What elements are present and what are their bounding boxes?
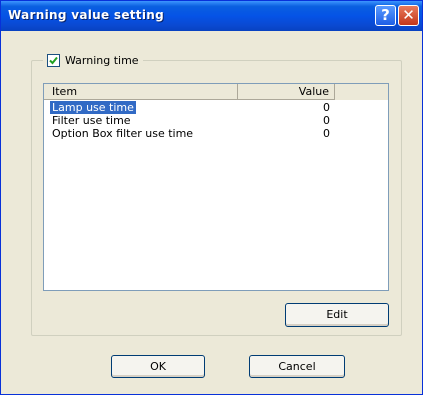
ok-button[interactable]: OK bbox=[111, 355, 205, 378]
list-row-lamp-use-time[interactable]: Lamp use time 0 bbox=[44, 101, 388, 114]
row-value: 0 bbox=[323, 101, 330, 114]
close-icon: ✕ bbox=[402, 6, 415, 24]
column-header-value[interactable]: Value bbox=[238, 84, 335, 100]
row-value: 0 bbox=[323, 127, 330, 140]
cancel-button[interactable]: Cancel bbox=[249, 355, 345, 378]
warning-time-group-header: Warning time bbox=[43, 52, 143, 68]
warning-time-checkbox[interactable] bbox=[47, 53, 60, 67]
row-value: 0 bbox=[323, 114, 330, 127]
warning-value-setting-dialog: Warning value setting ? ✕ Warning time I… bbox=[0, 0, 423, 395]
column-header-item[interactable]: Item bbox=[44, 84, 238, 100]
row-item-label: Filter use time bbox=[52, 114, 131, 127]
help-icon: ? bbox=[381, 6, 390, 24]
row-item-label: Lamp use time bbox=[50, 101, 136, 114]
row-item-label: Option Box filter use time bbox=[52, 127, 194, 140]
warning-items-list[interactable]: Item Value Lamp use time 0 Filter use ti… bbox=[43, 83, 389, 291]
checkmark-icon bbox=[49, 56, 58, 64]
help-button[interactable]: ? bbox=[375, 5, 396, 26]
title-bar[interactable]: Warning value setting ? ✕ bbox=[1, 1, 422, 31]
list-row-option-box-filter-use-time[interactable]: Option Box filter use time 0 bbox=[44, 127, 388, 140]
close-button[interactable]: ✕ bbox=[398, 5, 419, 26]
edit-button[interactable]: Edit bbox=[285, 303, 389, 327]
list-header: Item Value bbox=[44, 84, 388, 100]
window-title: Warning value setting bbox=[8, 8, 164, 22]
list-row-filter-use-time[interactable]: Filter use time 0 bbox=[44, 114, 388, 127]
warning-time-label: Warning time bbox=[65, 53, 139, 67]
